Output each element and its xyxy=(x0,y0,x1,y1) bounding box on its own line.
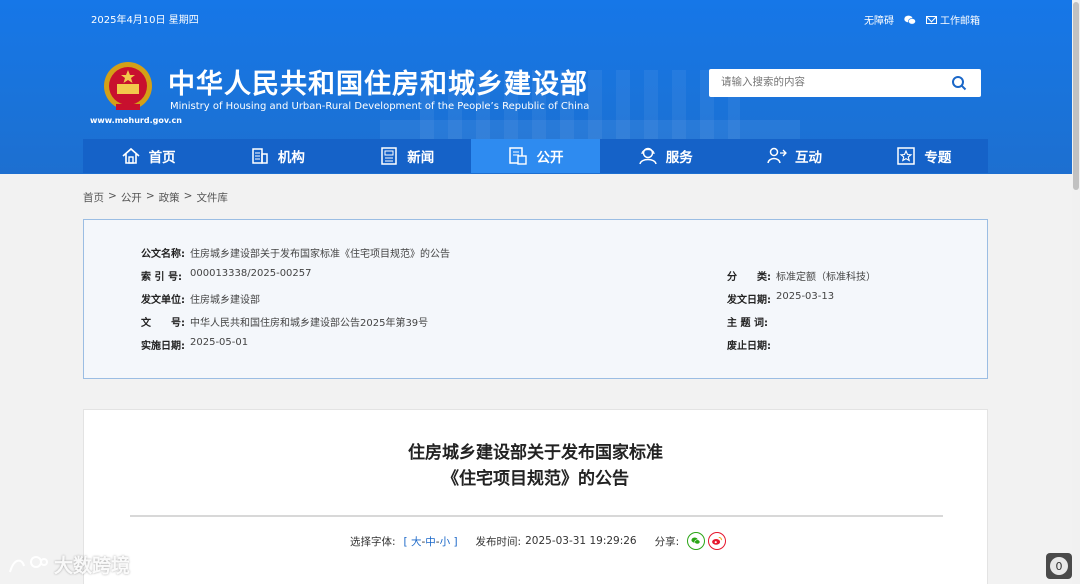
breadcrumb-separator: > xyxy=(108,190,117,202)
wechat-share-icon[interactable] xyxy=(687,532,706,550)
building-icon xyxy=(252,148,268,164)
breadcrumb-separator: > xyxy=(183,190,193,202)
breadcrumb-policy[interactable]: 政策 xyxy=(159,190,180,205)
article-meta: 选择字体: [ 大-中-小 ] 发布时间: 2025-03-31 19:29:2… xyxy=(350,532,727,550)
font-size-label: 选择字体: xyxy=(350,535,396,548)
national-emblem-icon xyxy=(104,62,152,110)
info-row-docno: 文 号: 中华人民共和国住房和城乡建设部公告2025年第39号 xyxy=(141,318,429,329)
font-size-selector: [ 大-中-小 ] xyxy=(403,535,458,548)
watermark-text: 大数跨境 xyxy=(54,555,131,577)
nav-organization[interactable]: 机构 xyxy=(212,139,341,173)
nav-interaction-label: 互动 xyxy=(795,150,823,166)
watermark: 大数跨境 xyxy=(8,551,130,578)
news-icon xyxy=(381,147,397,165)
publish-label: 发布时间: xyxy=(475,535,522,548)
home-icon xyxy=(122,147,140,164)
nav-news[interactable]: 新闻 xyxy=(342,139,471,173)
font-large-button[interactable]: 大 xyxy=(411,536,422,548)
article-panel: 住房城乡建设部关于发布国家标准 《住宅项目规范》的公告 选择字体: [ 大-中-… xyxy=(83,409,988,584)
wechat-icon[interactable] xyxy=(904,15,916,25)
info-row-issuer: 发文单位: 住房城乡建设部 xyxy=(141,295,260,306)
info-row-effective: 实施日期: 2025-05-01 xyxy=(141,337,249,352)
page-scrollbar[interactable] xyxy=(1072,0,1080,584)
scrollbar-thumb[interactable] xyxy=(1073,2,1079,190)
service-icon xyxy=(639,147,657,165)
nav-organization-label: 机构 xyxy=(277,150,305,166)
article-title-line2: 《住宅项目规范》的公告 xyxy=(442,469,629,489)
font-open-bracket: [ xyxy=(403,535,408,548)
current-date: 2025年4月10日 星期四 xyxy=(91,15,199,26)
article-title: 住房城乡建设部关于发布国家标准 《住宅项目规范》的公告 xyxy=(84,440,987,492)
nav-service[interactable]: 服务 xyxy=(600,139,729,173)
font-medium-button[interactable]: 中 xyxy=(425,536,436,548)
breadcrumb-separator: > xyxy=(145,190,155,202)
nav-topics-label: 专题 xyxy=(924,150,952,166)
feedback-badge[interactable]: 0 xyxy=(1046,553,1072,579)
document-icon xyxy=(509,147,528,165)
info-row-name: 公文名称: 住房城乡建设部关于发布国家标准《住宅项目规范》的公告 xyxy=(141,249,450,260)
interaction-icon xyxy=(767,147,787,164)
mail-label: 工作邮箱 xyxy=(940,16,980,27)
breadcrumb-library[interactable]: 文件库 xyxy=(196,190,228,205)
nav-service-label: 服务 xyxy=(665,150,693,166)
page-content: 首页 > 公开 > 政策 > 文件库 公文名称: 住房城乡建设部关于发布国家标准… xyxy=(0,174,1072,584)
font-small-button[interactable]: 小 xyxy=(440,536,451,548)
top-links: 无障碍 工作邮箱 xyxy=(864,12,980,27)
document-info-box: 公文名称: 住房城乡建设部关于发布国家标准《住宅项目规范》的公告 索 引 号: … xyxy=(83,219,988,379)
nav-public-label: 公开 xyxy=(536,150,564,166)
search-input[interactable] xyxy=(721,76,941,88)
header-background-image-base xyxy=(380,120,800,140)
breadcrumb-public[interactable]: 公开 xyxy=(121,190,142,205)
nav-interaction[interactable]: 互动 xyxy=(729,139,858,173)
site-header: 2025年4月10日 星期四 无障碍 工作邮箱 www.mohurd.gov.c… xyxy=(0,0,1072,174)
star-icon xyxy=(897,147,916,165)
share-buttons xyxy=(687,532,727,550)
nav-news-label: 新闻 xyxy=(407,150,435,166)
info-row-category: 分 类: 标准定额（标准科技） xyxy=(727,272,876,283)
ministry-title-english: Ministry of Housing and Urban-Rural Deve… xyxy=(170,101,590,112)
share-label: 分享: xyxy=(654,535,680,548)
nav-home[interactable]: 首页 xyxy=(83,139,212,173)
breadcrumb: 首页 > 公开 > 政策 > 文件库 xyxy=(83,190,228,205)
title-divider xyxy=(130,515,943,517)
main-nav: 首页 机构 新闻 公开 服务 互动 专题 xyxy=(83,139,988,173)
breadcrumb-home[interactable]: 首页 xyxy=(83,190,104,205)
publish-time: 2025-03-31 19:29:26 xyxy=(525,535,637,547)
accessibility-link[interactable]: 无障碍 xyxy=(864,12,894,27)
weibo-share-icon[interactable] xyxy=(708,532,727,550)
badge-count: 0 xyxy=(1050,557,1068,575)
watermark-logo-icon xyxy=(9,555,48,572)
site-domain: www.mohurd.gov.cn xyxy=(90,116,182,125)
search-icon[interactable] xyxy=(951,75,967,91)
mail-link[interactable]: 工作邮箱 xyxy=(926,12,980,27)
font-close-bracket: ] xyxy=(453,535,458,548)
ministry-title: 中华人民共和国住房和城乡建设部 xyxy=(168,69,588,100)
nav-home-label: 首页 xyxy=(148,150,176,166)
nav-public[interactable]: 公开 xyxy=(470,139,601,173)
search-box xyxy=(709,69,981,97)
article-title-line1: 住房城乡建设部关于发布国家标准 xyxy=(408,443,663,463)
mail-icon xyxy=(926,15,937,24)
info-row-issue-date: 发文日期: 2025-03-13 xyxy=(727,291,835,306)
nav-topics[interactable]: 专题 xyxy=(859,139,988,173)
info-row-index: 索 引 号: 000013338/2025-00257 xyxy=(141,268,312,283)
info-row-repeal: 废止日期: xyxy=(727,341,771,352)
info-row-subject: 主 题 词: xyxy=(727,318,768,329)
